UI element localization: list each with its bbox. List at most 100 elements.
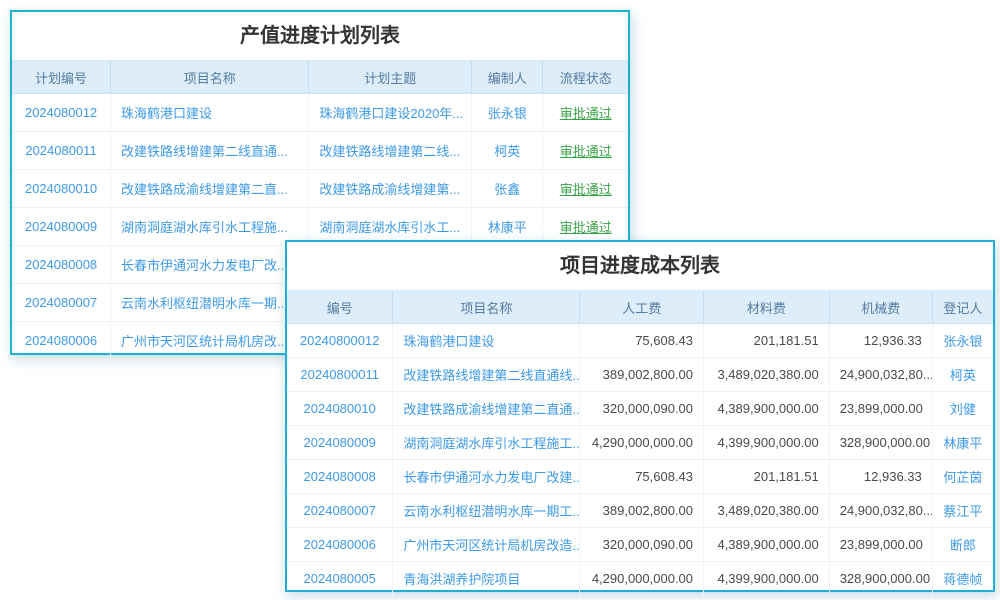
table-row: 2024080005青海洪湖养护院项目4,290,000,000.004,399…: [287, 562, 993, 596]
plan-table-header: 计划编号 项目名称 计划主题 编制人 流程状态: [12, 61, 628, 94]
machinery-cost-value: 12,936.33: [829, 460, 932, 494]
registrant-link[interactable]: 何芷茵: [932, 460, 993, 494]
registrant-link[interactable]: 刘健: [932, 392, 993, 426]
plan-id-link[interactable]: 2024080010: [12, 170, 111, 208]
table-row: 20240800012珠海鹤港口建设75,608.43201,181.5112,…: [287, 324, 993, 358]
material-cost-value: 201,181.51: [704, 460, 830, 494]
project-name-link[interactable]: 改建铁路线增建第二线直通...: [111, 132, 309, 170]
material-cost-value: 3,489,020,380.00: [704, 358, 830, 392]
cost-table-header: 编号 项目名称 人工费 材料费 机械费 登记人: [287, 291, 993, 324]
material-cost-value: 4,389,900,000.00: [704, 392, 830, 426]
project-name-link[interactable]: 湖南洞庭湖水库引水工程施...: [111, 208, 309, 246]
table-row: 2024080010改建铁路成渝线增建第二直...改建铁路成渝线增建第...张鑫…: [12, 170, 628, 208]
cost-list-window: 项目进度成本列表 编号 项目名称 人工费 材料费 机械费 登记人 2024080…: [285, 240, 995, 592]
project-name-link[interactable]: 改建铁路成渝线增建第二直...: [111, 170, 309, 208]
registrant-link[interactable]: 柯英: [932, 358, 993, 392]
cost-list-title: 项目进度成本列表: [287, 242, 993, 291]
material-cost-value: 4,399,900,000.00: [704, 426, 830, 460]
plan-id-link[interactable]: 2024080008: [12, 246, 111, 284]
material-cost-value: 4,399,900,000.00: [704, 562, 830, 596]
plan-id-link[interactable]: 2024080006: [12, 322, 111, 360]
material-cost-value: 201,181.51: [704, 324, 830, 358]
col-header-project-name: 项目名称: [393, 291, 580, 324]
material-cost-value: 3,489,020,380.00: [704, 494, 830, 528]
table-row: 2024080010改建铁路成渝线增建第二直通...320,000,090.00…: [287, 392, 993, 426]
table-row: 2024080009湖南洞庭湖水库引水工程施工...4,290,000,000.…: [287, 426, 993, 460]
registrant-link[interactable]: 张永银: [932, 324, 993, 358]
project-name-link[interactable]: 广州市天河区统计局机房改...: [111, 322, 309, 360]
labor-cost-value: 4,290,000,000.00: [580, 562, 704, 596]
machinery-cost-value: 23,899,000.00: [829, 392, 932, 426]
registrant-link[interactable]: 蔡江平: [932, 494, 993, 528]
col-header-cost-id: 编号: [287, 291, 393, 324]
header-row: 编号 项目名称 人工费 材料费 机械费 登记人: [287, 291, 993, 324]
project-name-link[interactable]: 改建铁路线增建第二线直通线...: [393, 358, 580, 392]
machinery-cost-value: 23,899,000.00: [829, 528, 932, 562]
cost-id-link[interactable]: 2024080009: [287, 426, 393, 460]
labor-cost-value: 320,000,090.00: [580, 392, 704, 426]
project-name-link[interactable]: 珠海鹤港口建设: [393, 324, 580, 358]
plan-id-link[interactable]: 2024080007: [12, 284, 111, 322]
col-header-labor-cost: 人工费: [580, 291, 704, 324]
creator-link[interactable]: 张永银: [472, 94, 543, 132]
plan-id-link[interactable]: 2024080012: [12, 94, 111, 132]
plan-id-link[interactable]: 2024080011: [12, 132, 111, 170]
cost-id-link[interactable]: 2024080010: [287, 392, 393, 426]
labor-cost-value: 320,000,090.00: [580, 528, 704, 562]
cost-id-link[interactable]: 2024080008: [287, 460, 393, 494]
labor-cost-value: 4,290,000,000.00: [580, 426, 704, 460]
col-header-material-cost: 材料费: [704, 291, 830, 324]
project-name-link[interactable]: 珠海鹤港口建设: [111, 94, 309, 132]
project-name-link[interactable]: 长春市伊通河水力发电厂改...: [111, 246, 309, 284]
cost-id-link[interactable]: 2024080007: [287, 494, 393, 528]
plan-subject-link[interactable]: 改建铁路线增建第二线...: [309, 132, 472, 170]
labor-cost-value: 75,608.43: [580, 324, 704, 358]
registrant-link[interactable]: 断郎: [932, 528, 993, 562]
project-name-link[interactable]: 广州市天河区统计局机房改造...: [393, 528, 580, 562]
labor-cost-value: 389,002,800.00: [580, 358, 704, 392]
plan-subject-link[interactable]: 改建铁路成渝线增建第...: [309, 170, 472, 208]
project-name-link[interactable]: 长春市伊通河水力发电厂改建...: [393, 460, 580, 494]
plan-subject-link[interactable]: 珠海鹤港口建设2020年...: [309, 94, 472, 132]
col-header-plan-subject: 计划主题: [309, 61, 472, 94]
table-row: 2024080012珠海鹤港口建设珠海鹤港口建设2020年...张永银审批通过: [12, 94, 628, 132]
col-header-project-name: 项目名称: [111, 61, 309, 94]
cost-id-link[interactable]: 20240800012: [287, 324, 393, 358]
creator-link[interactable]: 张鑫: [472, 170, 543, 208]
col-header-registrant: 登记人: [932, 291, 993, 324]
registrant-link[interactable]: 林康平: [932, 426, 993, 460]
material-cost-value: 4,389,900,000.00: [704, 528, 830, 562]
flow-status-link[interactable]: 审批通过: [543, 170, 628, 208]
labor-cost-value: 389,002,800.00: [580, 494, 704, 528]
cost-table: 编号 项目名称 人工费 材料费 机械费 登记人 20240800012珠海鹤港口…: [287, 291, 993, 596]
project-name-link[interactable]: 云南水利枢纽潜明水库一期...: [111, 284, 309, 322]
col-header-plan-id: 计划编号: [12, 61, 111, 94]
plan-id-link[interactable]: 2024080009: [12, 208, 111, 246]
cost-id-link[interactable]: 20240800011: [287, 358, 393, 392]
flow-status-link[interactable]: 审批通过: [543, 132, 628, 170]
project-name-link[interactable]: 云南水利枢纽潜明水库一期工...: [393, 494, 580, 528]
table-row: 2024080008长春市伊通河水力发电厂改建...75,608.43201,1…: [287, 460, 993, 494]
cost-table-body: 20240800012珠海鹤港口建设75,608.43201,181.5112,…: [287, 324, 993, 596]
col-header-machinery-cost: 机械费: [829, 291, 932, 324]
machinery-cost-value: 12,936.33: [829, 324, 932, 358]
machinery-cost-value: 24,900,032,80...: [829, 494, 932, 528]
table-row: 2024080006广州市天河区统计局机房改造...320,000,090.00…: [287, 528, 993, 562]
cost-id-link[interactable]: 2024080005: [287, 562, 393, 596]
table-row: 2024080007云南水利枢纽潜明水库一期工...389,002,800.00…: [287, 494, 993, 528]
col-header-creator: 编制人: [472, 61, 543, 94]
project-name-link[interactable]: 湖南洞庭湖水库引水工程施工...: [393, 426, 580, 460]
plan-list-title: 产值进度计划列表: [12, 12, 628, 61]
table-row: 20240800011改建铁路线增建第二线直通线...389,002,800.0…: [287, 358, 993, 392]
creator-link[interactable]: 柯英: [472, 132, 543, 170]
registrant-link[interactable]: 蒋德帧: [932, 562, 993, 596]
machinery-cost-value: 24,900,032,80...: [829, 358, 932, 392]
cost-id-link[interactable]: 2024080006: [287, 528, 393, 562]
machinery-cost-value: 328,900,000.00: [829, 562, 932, 596]
labor-cost-value: 75,608.43: [580, 460, 704, 494]
project-name-link[interactable]: 改建铁路成渝线增建第二直通...: [393, 392, 580, 426]
project-name-link[interactable]: 青海洪湖养护院项目: [393, 562, 580, 596]
col-header-flow-status: 流程状态: [543, 61, 628, 94]
header-row: 计划编号 项目名称 计划主题 编制人 流程状态: [12, 61, 628, 94]
flow-status-link[interactable]: 审批通过: [543, 94, 628, 132]
